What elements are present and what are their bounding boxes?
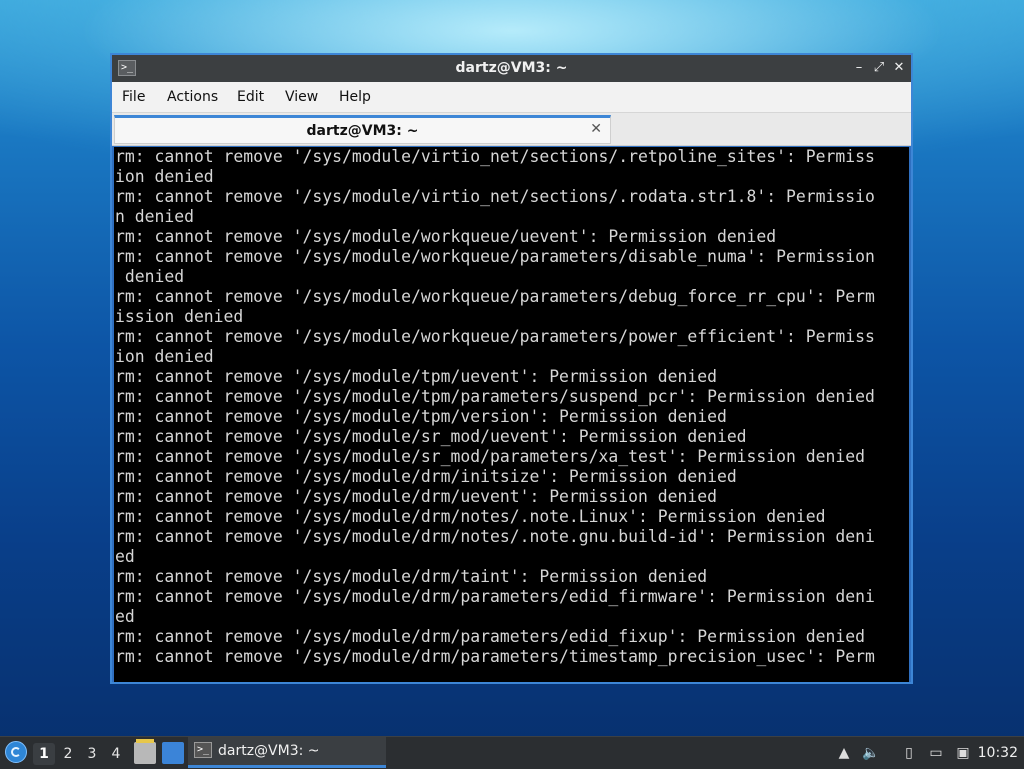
terminal-line: rm: cannot remove '/sys/module/virtio_ne…	[115, 187, 875, 206]
terminal-line: ed	[115, 547, 135, 566]
terminal-line: rm: cannot remove '/sys/module/drm/taint…	[115, 567, 708, 586]
tab-label: dartz@VM3: ~	[306, 123, 419, 139]
workspace-1[interactable]: 1	[33, 743, 55, 765]
terminal-line: denied	[115, 267, 185, 286]
close-button[interactable]: ✕	[891, 60, 907, 76]
terminal-line: rm: cannot remove '/sys/module/workqueue…	[115, 247, 875, 266]
terminal-line: rm: cannot remove '/sys/module/workqueue…	[115, 327, 875, 346]
terminal-line: ission denied	[115, 307, 244, 326]
terminal-output[interactable]: rm: cannot remove '/sys/module/virtio_ne…	[114, 147, 909, 682]
volume-icon[interactable]: 🔈	[862, 744, 880, 762]
user-icon[interactable]: ▣	[954, 744, 972, 762]
menu-view[interactable]: View	[285, 89, 318, 105]
terminal-line: ion denied	[115, 347, 214, 366]
workspace-4[interactable]: 4	[105, 743, 127, 765]
task-label: dartz@VM3: ~	[218, 743, 320, 759]
workspace-3[interactable]: 3	[81, 743, 103, 765]
start-menu-icon[interactable]	[5, 741, 27, 763]
window-titlebar[interactable]: >_ dartz@VM3: ~ – ⤢ ✕	[112, 55, 911, 82]
terminal-line: rm: cannot remove '/sys/module/virtio_ne…	[115, 147, 875, 166]
removable-drive-icon[interactable]: ▲	[835, 744, 853, 762]
terminal-line: rm: cannot remove '/sys/module/drm/notes…	[115, 507, 826, 526]
terminal-line: rm: cannot remove '/sys/module/tpm/versi…	[115, 407, 727, 426]
network-icon[interactable]: ▭	[927, 744, 945, 762]
minimize-button[interactable]: –	[851, 60, 867, 76]
terminal-line: n denied	[115, 207, 194, 226]
menu-actions[interactable]: Actions	[167, 89, 218, 105]
tab-close-icon[interactable]: ✕	[590, 121, 602, 137]
terminal-line: rm: cannot remove '/sys/module/drm/notes…	[115, 527, 875, 546]
tab-terminal[interactable]: dartz@VM3: ~ ✕	[114, 115, 611, 144]
terminal-line: rm: cannot remove '/sys/module/drm/ueven…	[115, 487, 717, 506]
terminal-line: ed	[115, 607, 135, 626]
terminal-line: rm: cannot remove '/sys/module/tpm/param…	[115, 387, 875, 406]
taskbar-terminal-task[interactable]: >_ dartz@VM3: ~	[188, 737, 386, 768]
terminal-line: ion denied	[115, 167, 214, 186]
terminal-line: rm: cannot remove '/sys/module/sr_mod/pa…	[115, 447, 865, 466]
clipboard-icon[interactable]: ▯	[900, 744, 918, 762]
terminal-line: rm: cannot remove '/sys/module/sr_mod/ue…	[115, 427, 747, 446]
terminal-line: rm: cannot remove '/sys/module/tpm/ueven…	[115, 367, 717, 386]
terminal-line: rm: cannot remove '/sys/module/workqueue…	[115, 227, 777, 246]
menu-bar: File Actions Edit View Help	[112, 82, 911, 113]
file-manager-icon[interactable]	[134, 739, 156, 764]
menu-edit[interactable]: Edit	[237, 89, 264, 105]
maximize-button[interactable]: ⤢	[871, 60, 887, 76]
terminal-line: rm: cannot remove '/sys/module/workqueue…	[115, 287, 875, 306]
menu-file[interactable]: File	[122, 89, 145, 105]
window-title: dartz@VM3: ~	[455, 60, 568, 76]
terminal-icon: >_	[194, 742, 212, 758]
clock[interactable]: 10:32	[978, 745, 1018, 761]
terminal-line: rm: cannot remove '/sys/module/drm/param…	[115, 627, 865, 646]
tab-bar: dartz@VM3: ~ ✕	[112, 113, 911, 146]
terminal-line: rm: cannot remove '/sys/module/drm/param…	[115, 587, 875, 606]
show-desktop-icon[interactable]	[162, 742, 184, 764]
terminal-line: rm: cannot remove '/sys/module/drm/param…	[115, 647, 875, 666]
terminal-line: rm: cannot remove '/sys/module/drm/inits…	[115, 467, 737, 486]
terminal-window: >_ dartz@VM3: ~ – ⤢ ✕ File Actions Edit …	[110, 53, 913, 684]
workspace-2[interactable]: 2	[57, 743, 79, 765]
menu-help[interactable]: Help	[339, 89, 371, 105]
taskbar: 1 2 3 4 >_ dartz@VM3: ~ ▲ 🔈 ▯ ▭ ▣ 10:32	[0, 736, 1024, 769]
